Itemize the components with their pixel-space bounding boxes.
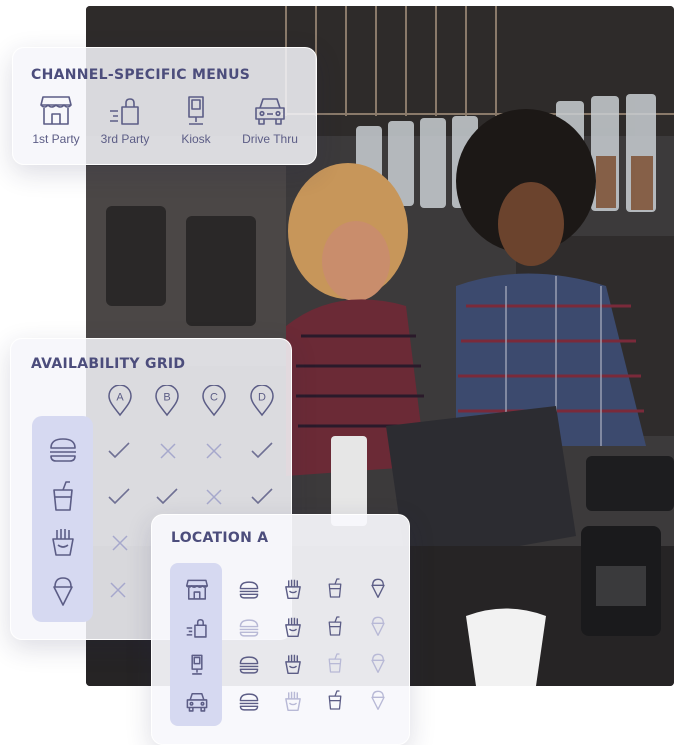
location-pin-icon: A xyxy=(108,385,132,417)
channel-drive-thru[interactable]: Drive Thru xyxy=(233,95,307,146)
location-pin-icon: C xyxy=(202,385,226,417)
burger-icon xyxy=(239,656,259,674)
check-icon xyxy=(108,442,130,459)
cross-icon xyxy=(110,582,126,598)
drink-cup-icon xyxy=(328,616,342,636)
channel-3rd-party[interactable]: 3rd Party xyxy=(88,95,162,146)
check-icon xyxy=(251,488,273,505)
fries-icon xyxy=(285,691,301,711)
fries-icon xyxy=(52,529,74,556)
ice-cream-icon xyxy=(371,616,385,636)
location-a-title: LOCATION A xyxy=(171,530,269,546)
check-icon xyxy=(251,442,273,459)
location-pin-icon: D xyxy=(250,385,274,417)
cross-icon xyxy=(206,443,222,459)
channel-label: 1st Party xyxy=(32,132,80,146)
burger-icon xyxy=(239,693,259,711)
fries-icon xyxy=(285,579,301,599)
channel-label: Drive Thru xyxy=(242,132,298,146)
channel-kiosk[interactable]: Kiosk xyxy=(159,95,233,146)
kiosk-icon xyxy=(188,96,204,125)
channel-label: Kiosk xyxy=(181,132,211,146)
cross-icon xyxy=(206,489,222,505)
burger-icon xyxy=(50,438,76,462)
storefront-icon xyxy=(40,96,72,125)
location-pin-label: B xyxy=(163,392,170,404)
ice-cream-icon xyxy=(371,690,385,710)
drink-cup-icon xyxy=(53,481,73,511)
drink-cup-icon xyxy=(328,653,342,673)
channel-1st-party[interactable]: 1st Party xyxy=(19,95,93,146)
delivery-bag-icon xyxy=(110,98,139,125)
delivery-bag-icon xyxy=(186,618,207,638)
location-pin-label: A xyxy=(116,392,124,404)
drink-cup-icon xyxy=(328,690,342,710)
check-icon xyxy=(108,488,130,505)
location-pin-label: C xyxy=(210,392,218,404)
ice-cream-icon xyxy=(371,578,385,598)
cross-icon xyxy=(112,535,128,551)
check-icon xyxy=(156,488,178,505)
drink-cup-icon xyxy=(328,578,342,598)
burger-icon xyxy=(239,581,259,599)
kiosk-icon xyxy=(191,654,203,675)
car-icon xyxy=(186,692,208,712)
storefront-icon xyxy=(185,579,209,600)
availability-grid-title: AVAILABILITY GRID xyxy=(31,356,186,372)
ice-cream-icon xyxy=(53,577,73,606)
car-icon xyxy=(255,98,285,125)
burger-icon xyxy=(239,619,259,637)
fries-icon xyxy=(285,617,301,637)
ice-cream-icon xyxy=(371,653,385,673)
location-pin-icon: B xyxy=(155,385,179,417)
location-pin-label: D xyxy=(258,392,266,404)
fries-icon xyxy=(285,654,301,674)
location-a-card: LOCATION A xyxy=(151,514,410,745)
channel-menus-card: CHANNEL-SPECIFIC MENUS 1st Party 3rd Par… xyxy=(12,47,317,165)
channel-label: 3rd Party xyxy=(100,132,150,146)
cross-icon xyxy=(160,443,176,459)
channel-menus-title: CHANNEL-SPECIFIC MENUS xyxy=(31,67,251,83)
